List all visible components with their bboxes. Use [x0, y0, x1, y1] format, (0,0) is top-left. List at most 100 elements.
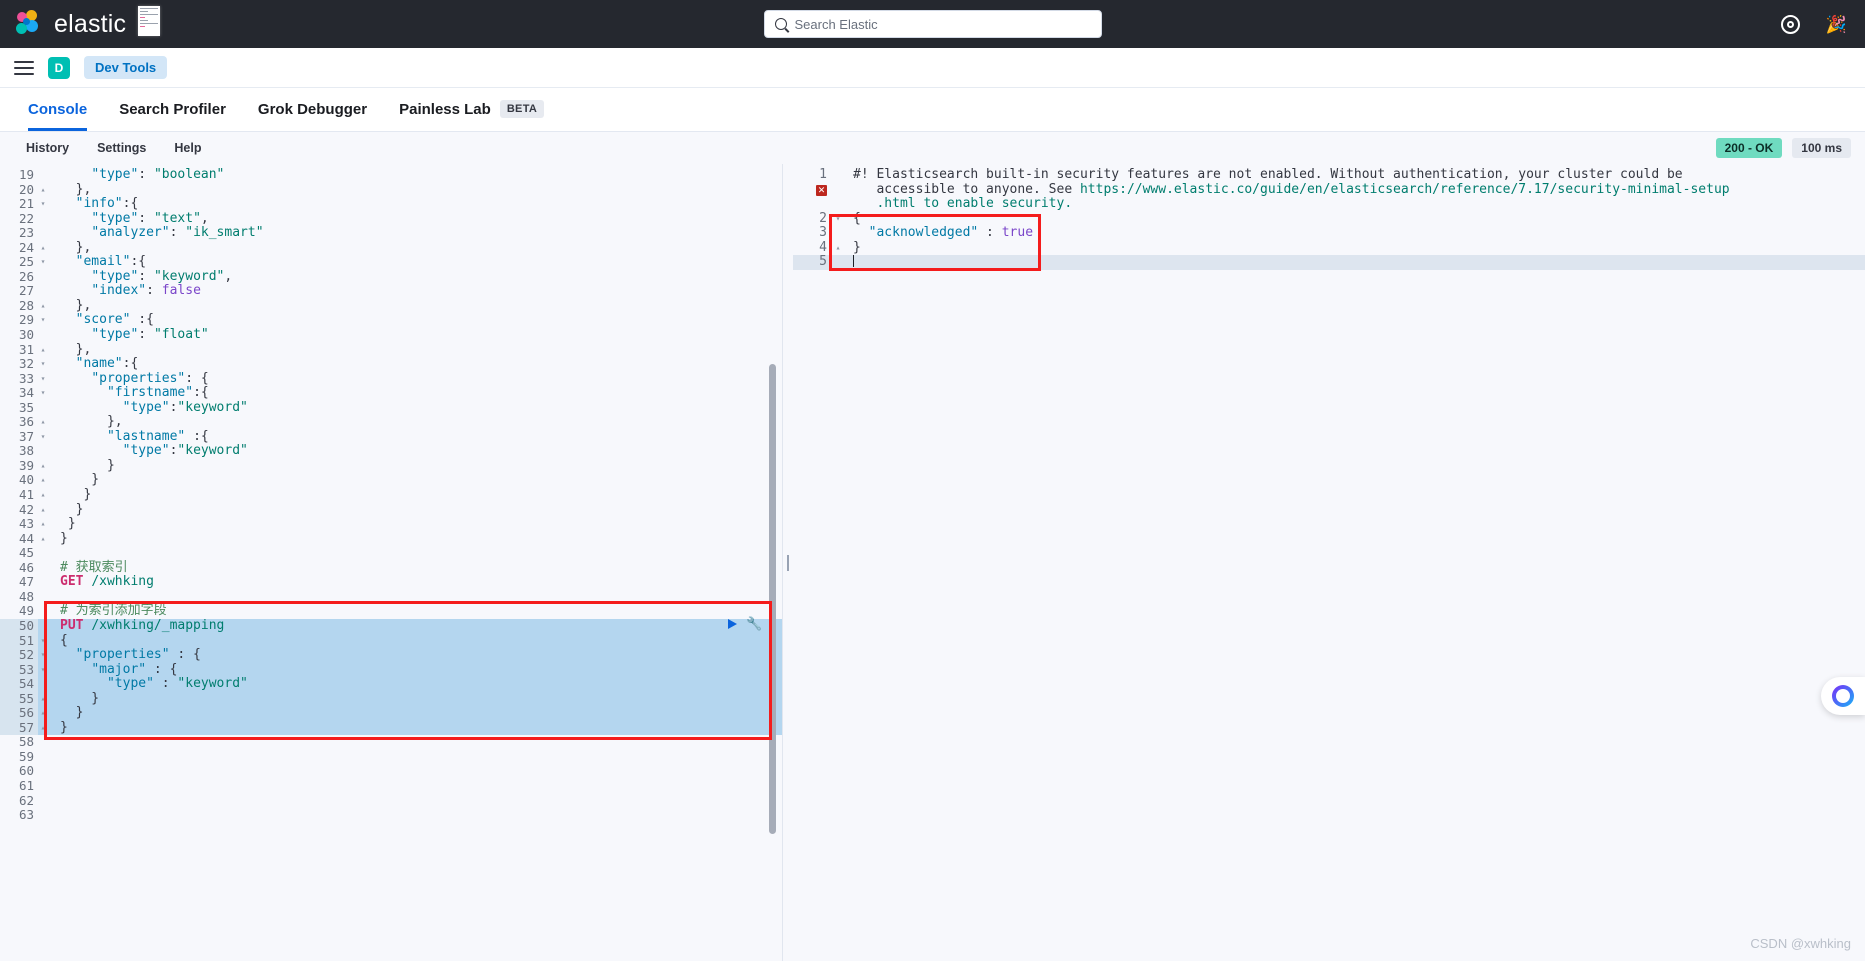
editor-line[interactable]: 38 "type":"keyword" — [0, 444, 782, 459]
play-request-icon[interactable] — [728, 619, 737, 630]
editor-line[interactable]: 45 — [0, 546, 782, 561]
editor-line[interactable]: 28 ▴ }, — [0, 298, 782, 314]
editor-line[interactable]: 50 PUT /xwhking/_mapping — [0, 618, 782, 634]
elastic-brand[interactable]: elastic — [0, 9, 126, 39]
tab-console[interactable]: Console — [12, 101, 103, 131]
fold-toggle-icon[interactable]: ▾ — [38, 634, 48, 649]
fold-toggle-icon[interactable]: ▾ — [38, 357, 48, 372]
editor-line[interactable]: 25 ▾ "email":{ — [0, 255, 782, 270]
help-circle-icon[interactable] — [1780, 14, 1800, 34]
editor-line[interactable]: 43 ▴ } — [0, 516, 782, 532]
fold-toggle-icon[interactable]: ▾ — [38, 663, 48, 678]
fold-toggle-icon[interactable]: ▴ — [38, 473, 48, 488]
search-input[interactable]: Search Elastic — [795, 17, 878, 32]
fold-toggle-icon[interactable]: ▴ — [38, 532, 48, 547]
editor-line[interactable]: 20 ▴ }, — [0, 182, 782, 198]
fold-toggle-icon[interactable]: ▴ — [38, 183, 48, 198]
pane-resizer[interactable] — [783, 164, 793, 961]
fold-toggle-icon[interactable]: ▴ — [38, 241, 48, 256]
editor-line[interactable]: 46 # 获取索引 — [0, 560, 782, 576]
editor-line[interactable]: 57 ▴} — [0, 720, 782, 736]
editor-line[interactable]: 41 ▴ } — [0, 487, 782, 503]
help-button[interactable]: Help — [160, 141, 215, 155]
editor-line[interactable]: 60 — [0, 764, 782, 779]
fold-toggle-icon[interactable]: ▴ — [38, 459, 48, 474]
response-fold-icon[interactable] — [833, 183, 843, 198]
fold-toggle-icon[interactable]: ▴ — [38, 721, 48, 736]
chat-assistant-button[interactable] — [1821, 677, 1865, 715]
fold-toggle-icon[interactable]: ▾ — [38, 255, 48, 270]
editor-line[interactable]: 51 ▾ { — [0, 633, 782, 649]
editor-line[interactable]: 42 ▴ } — [0, 502, 782, 518]
error-marker-icon[interactable]: ✕ — [816, 185, 827, 197]
editor-line[interactable]: 37 ▾ "lastname" :{ — [0, 429, 782, 445]
editor-line[interactable]: 54 "type" : "keyword" — [0, 676, 782, 692]
fold-toggle-icon[interactable]: ▴ — [38, 415, 48, 430]
fold-toggle-icon[interactable]: ▾ — [38, 197, 48, 212]
fold-toggle-icon[interactable]: ▾ — [38, 313, 48, 328]
editor-line[interactable]: 22 "type": "text", — [0, 211, 782, 227]
editor-line[interactable]: 56 ▴ } — [0, 705, 782, 721]
fold-toggle-icon[interactable]: ▴ — [38, 517, 48, 532]
fold-toggle-icon[interactable]: ▾ — [38, 372, 48, 387]
tab-search-profiler[interactable]: Search Profiler — [103, 101, 242, 131]
editor-line[interactable]: 21 ▾ "info":{ — [0, 196, 782, 212]
response-fold-icon[interactable] — [833, 255, 843, 270]
editor-line[interactable]: 63 — [0, 808, 782, 823]
editor-line[interactable]: 48 — [0, 589, 782, 605]
editor-line[interactable]: 26 "type": "keyword", — [0, 269, 782, 285]
settings-button[interactable]: Settings — [83, 141, 160, 155]
fold-toggle-icon[interactable]: ▴ — [38, 692, 48, 707]
tab-painless-lab[interactable]: Painless Lab BETA — [383, 100, 560, 131]
history-button[interactable]: History — [12, 141, 83, 155]
editor-line[interactable]: 19 "type": "boolean" — [0, 167, 782, 183]
fold-toggle-icon[interactable]: ▴ — [38, 488, 48, 503]
editor-line[interactable]: 24 ▴ }, — [0, 240, 782, 256]
editor-line[interactable]: 29 ▾ "score" :{ — [0, 313, 782, 328]
editor-line[interactable]: 62 — [0, 793, 782, 809]
fold-toggle-icon[interactable]: ▴ — [38, 706, 48, 721]
editor-line[interactable]: 35 "type":"keyword" — [0, 400, 782, 416]
fold-toggle-icon[interactable]: ▾ — [38, 386, 48, 401]
editor-line[interactable]: 27 "index": false — [0, 284, 782, 299]
editor-line[interactable]: 59 — [0, 749, 782, 765]
breadcrumb[interactable]: Dev Tools — [84, 56, 168, 79]
editor-line[interactable]: 40 ▴ } — [0, 473, 782, 488]
editor-line[interactable]: 49 # 为索引添加字段 — [0, 604, 782, 619]
response-fold-icon[interactable]: ▴ — [833, 241, 843, 256]
hamburger-menu-icon[interactable] — [14, 60, 34, 75]
editor-lines[interactable]: 19 "type": "boolean" 20 ▴ }, 21 ▾ "info":{22… — [0, 164, 782, 823]
editor-line[interactable]: 30 "type": "float" — [0, 327, 782, 343]
editor-line[interactable]: 39 ▴ } — [0, 458, 782, 474]
fold-toggle-icon[interactable]: ▾ — [38, 430, 48, 445]
editor-line[interactable]: 44 ▴} — [0, 531, 782, 547]
response-fold-icon[interactable] — [833, 168, 843, 183]
fold-toggle-icon[interactable]: ▴ — [38, 343, 48, 358]
fold-toggle-icon[interactable]: ▾ — [38, 648, 48, 663]
response-fold-icon[interactable]: ▾ — [833, 212, 843, 227]
editor-scrollbar[interactable] — [769, 364, 776, 834]
response-fold-icon[interactable] — [833, 226, 843, 241]
fold-toggle-icon[interactable]: ▴ — [38, 503, 48, 518]
editor-line[interactable]: 58 — [0, 735, 782, 750]
party-icon[interactable]: 🎉 — [1826, 16, 1847, 33]
editor-line[interactable]: 31 ▴ }, — [0, 342, 782, 358]
response-viewer[interactable]: 1 #! Elasticsearch built-in security feat… — [793, 164, 1865, 961]
editor-line[interactable]: 52 ▾ "properties" : { — [0, 647, 782, 663]
tab-grok-debugger[interactable]: Grok Debugger — [242, 101, 383, 131]
editor-line[interactable]: 34 ▾ "firstname":{ — [0, 385, 782, 401]
open-docs-icon[interactable]: 🔧 — [746, 616, 762, 632]
editor-line[interactable]: 32 ▾ "name":{ — [0, 356, 782, 372]
fold-toggle-icon[interactable]: ▴ — [38, 299, 48, 314]
editor-line[interactable]: 61 — [0, 778, 782, 794]
response-fold-icon[interactable] — [833, 197, 843, 212]
editor-line[interactable]: 36 ▴ }, — [0, 415, 782, 430]
request-actions[interactable]: 🔧 — [728, 616, 762, 632]
editor-line[interactable]: 33 ▾ "properties": { — [0, 371, 782, 387]
global-search[interactable]: Search Elastic — [763, 10, 1102, 38]
request-editor[interactable]: 19 "type": "boolean" 20 ▴ }, 21 ▾ "info":{22… — [0, 164, 783, 961]
editor-line[interactable]: 23 "analyzer": "ik_smart" — [0, 225, 782, 241]
editor-line[interactable]: 53 ▾ "major" : { — [0, 662, 782, 678]
editor-line[interactable]: 55 ▴ } — [0, 691, 782, 707]
space-avatar[interactable]: D — [48, 56, 70, 79]
